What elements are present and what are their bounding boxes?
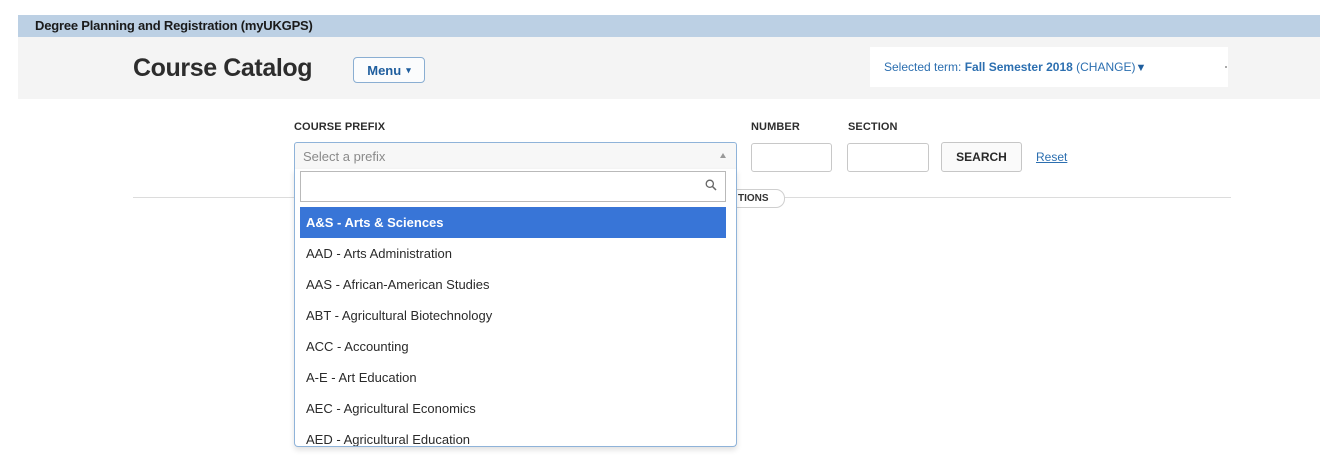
dropdown-search-input[interactable] <box>300 171 726 202</box>
prefix-placeholder: Select a prefix <box>303 149 386 164</box>
selected-term-box: Selected term: Fall Semester 2018 (CHANG… <box>870 47 1228 87</box>
term-prefix: Selected term: <box>884 60 962 74</box>
app-header-bar: Degree Planning and Registration (myUKGP… <box>18 15 1320 37</box>
page-title: Course Catalog <box>133 54 313 82</box>
section-input[interactable] <box>847 143 929 172</box>
chevron-up-icon <box>720 153 726 158</box>
number-input[interactable] <box>751 143 832 172</box>
prefix-option[interactable]: AAS - African-American Studies <box>300 269 726 300</box>
section-label: SECTION <box>848 121 898 133</box>
course-prefix-label: COURSE PREFIX <box>294 121 386 133</box>
term-change-link[interactable]: (CHANGE) <box>1076 60 1135 74</box>
prefix-option[interactable]: AAD - Arts Administration <box>300 238 726 269</box>
app-title: Degree Planning and Registration (myUKGP… <box>35 18 313 33</box>
term-value: Fall Semester 2018 <box>964 60 1073 74</box>
options-button-label: TIONS <box>738 193 769 204</box>
selected-term-text: Selected term: Fall Semester 2018 (CHANG… <box>884 60 1146 74</box>
prefix-option[interactable]: ABT - Agricultural Biotechnology <box>300 300 726 331</box>
prefix-option[interactable]: A&S - Arts & Sciences <box>300 207 726 238</box>
prefix-option[interactable]: AED - Agricultural Education <box>300 424 726 446</box>
reset-link[interactable]: Reset <box>1036 150 1067 164</box>
top-strip <box>0 0 1320 7</box>
prefix-option[interactable]: ACC - Accounting <box>300 331 726 362</box>
options-button[interactable]: TIONS <box>733 189 785 208</box>
prefix-option[interactable]: AEC - Agricultural Economics <box>300 393 726 424</box>
search-button[interactable]: SEARCH <box>941 142 1022 172</box>
term-separator-dot <box>1225 66 1227 68</box>
prefix-option[interactable]: A-E - Art Education <box>300 362 726 393</box>
triangle-down-icon[interactable]: ▼ <box>1135 62 1146 74</box>
menu-button-label: Menu <box>367 62 402 78</box>
chevron-down-icon: ▾ <box>406 64 411 75</box>
menu-button[interactable]: Menu ▾ <box>353 57 425 83</box>
course-prefix-select[interactable]: Select a prefix <box>294 142 737 170</box>
number-label: NUMBER <box>751 121 800 133</box>
prefix-dropdown: A&S - Arts & Sciences AAD - Arts Adminis… <box>294 169 737 447</box>
search-icon <box>705 179 717 191</box>
prefix-option-list: A&S - Arts & Sciences AAD - Arts Adminis… <box>300 207 732 446</box>
